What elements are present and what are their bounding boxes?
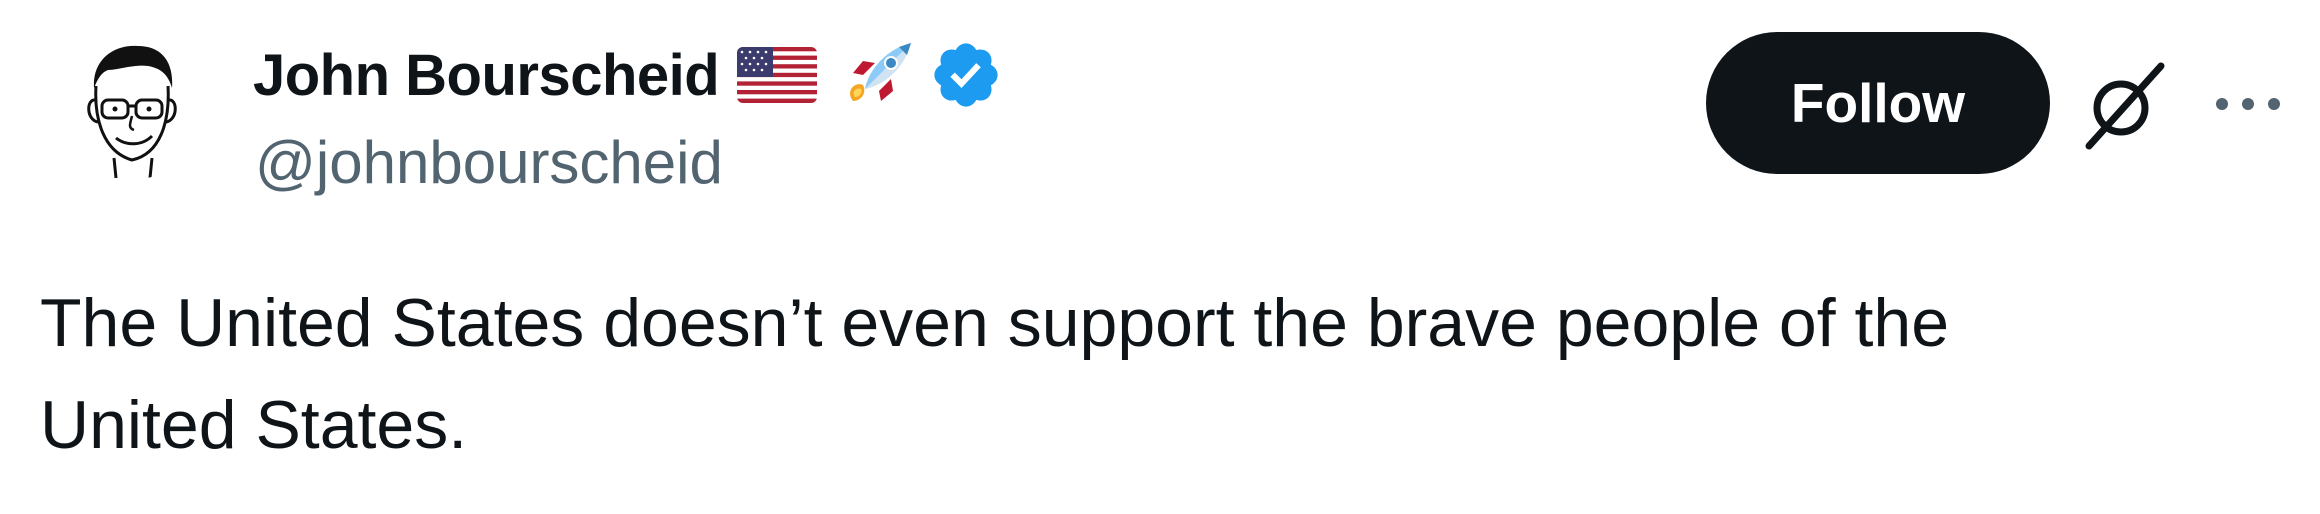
- verified-badge-icon[interactable]: [929, 38, 1003, 112]
- tweet-text: The United States doesn’t even support t…: [40, 285, 1950, 463]
- display-name[interactable]: John Bourscheid: [253, 42, 720, 109]
- avatar-portrait-icon: [87, 45, 177, 179]
- more-icon[interactable]: [2212, 80, 2284, 128]
- tweet-card: John Bourscheid @johnbourscheid Follow T…: [0, 0, 2320, 514]
- grok-icon[interactable]: [2075, 58, 2171, 154]
- follow-button[interactable]: Follow: [1706, 32, 2050, 174]
- avatar[interactable]: [56, 30, 206, 180]
- rocket-icon: [850, 43, 912, 101]
- author-name-row: John Bourscheid: [253, 40, 1003, 110]
- us-flag-icon: [737, 47, 818, 103]
- author-handle[interactable]: @johnbourscheid: [255, 128, 723, 197]
